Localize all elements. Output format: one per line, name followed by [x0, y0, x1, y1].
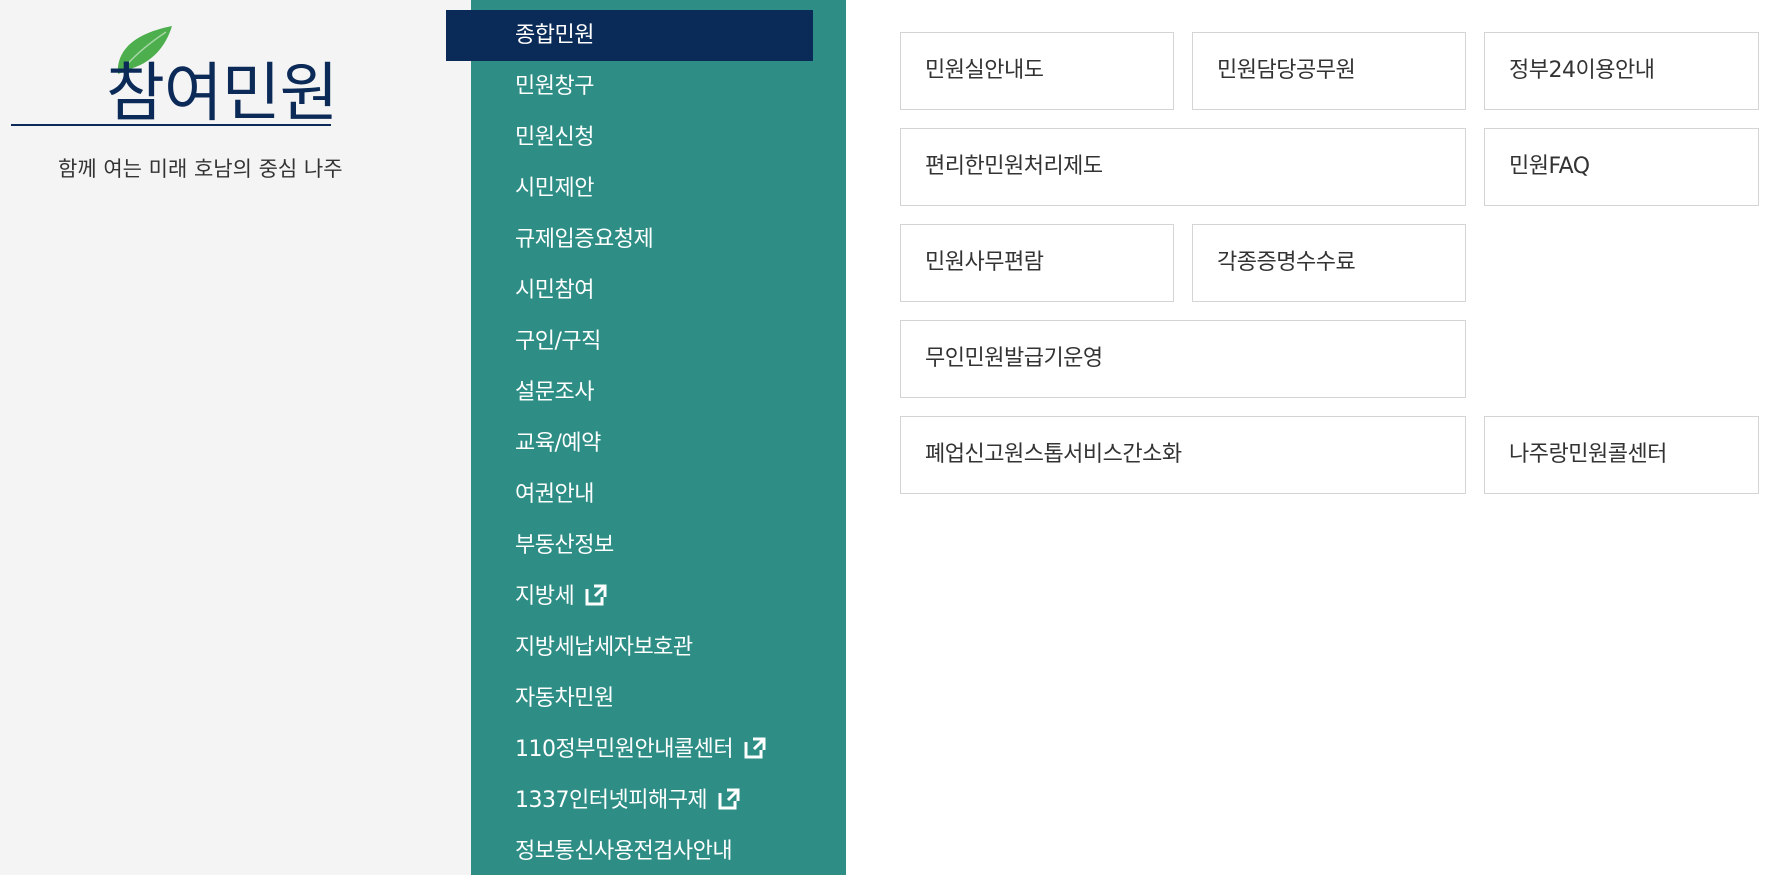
nav-item-1337-internet-damage[interactable]: 1337인터넷피해구제 [471, 775, 846, 826]
nav-item-label: 교육/예약 [515, 431, 601, 456]
nav-list: 종합민원 민원창구 민원신청 시민제안 규제입증요청제 시민참여 구인/구직 설… [446, 0, 846, 877]
nav-item-label: 지방세 [515, 584, 575, 609]
nav-item-label: 정보통신사용전검사안내 [515, 839, 733, 864]
nav-item-local-tax[interactable]: 지방세 [471, 571, 846, 622]
submenu-faq[interactable]: 민원FAQ [1484, 128, 1759, 206]
external-link-icon [585, 584, 607, 606]
nav-item-label: 시민제안 [515, 176, 594, 201]
brand-title: 참여민원 [106, 57, 339, 131]
nav-item-passport[interactable]: 여권안내 [471, 469, 846, 520]
submenu-civil-officers[interactable]: 민원담당공무원 [1192, 32, 1466, 110]
side-navigation: 종합민원 민원창구 민원신청 시민제안 규제입증요청제 시민참여 구인/구직 설… [446, 0, 846, 877]
nav-item-vehicle-civil[interactable]: 자동차민원 [471, 673, 846, 724]
nav-item-survey[interactable]: 설문조사 [471, 367, 846, 418]
external-link-icon [718, 788, 740, 810]
nav-item-label: 1337인터넷피해구제 [515, 788, 708, 813]
nav-item-taxpayer-protection[interactable]: 지방세납세자보호관 [471, 622, 846, 673]
brand-logo[interactable]: 참여민원 [0, 0, 471, 160]
nav-item-civil-window[interactable]: 민원창구 [471, 61, 846, 112]
brand-panel: 참여민원 함께 여는 미래 호남의 중심 나주 [0, 0, 471, 875]
nav-item-label: 부동산정보 [515, 533, 614, 558]
nav-item-label: 설문조사 [515, 380, 594, 405]
submenu-kiosk-operation[interactable]: 무인민원발급기운영 [900, 320, 1466, 398]
submenu-convenient-system[interactable]: 편리한민원처리제도 [900, 128, 1466, 206]
brand-underline [11, 124, 331, 126]
brand-slogan: 함께 여는 미래 호남의 중심 나주 [58, 157, 343, 181]
nav-item-label: 여권안내 [515, 482, 594, 507]
submenu-civil-handbook[interactable]: 민원사무편람 [900, 224, 1174, 302]
nav-item-label: 구인/구직 [515, 329, 601, 354]
nav-item-label: 규제입증요청제 [515, 227, 654, 252]
nav-item-civil-application[interactable]: 민원신청 [471, 112, 846, 163]
submenu-certificate-fees[interactable]: 각종증명수수료 [1192, 224, 1466, 302]
nav-item-general-civil[interactable]: 종합민원 [446, 10, 813, 61]
nav-item-label: 지방세납세자보호관 [515, 635, 693, 660]
nav-item-regulation-proof[interactable]: 규제입증요청제 [471, 214, 846, 265]
external-link-icon [744, 737, 766, 759]
submenu-closure-onestop[interactable]: 폐업신고원스톱서비스간소화 [900, 416, 1466, 494]
submenu-office-map[interactable]: 민원실안내도 [900, 32, 1174, 110]
submenu-grid: 민원실안내도 민원담당공무원 정부24이용안내 편리한민원처리제도 민원FAQ … [900, 32, 1759, 494]
submenu-naju-call-center[interactable]: 나주랑민원콜센터 [1484, 416, 1759, 494]
nav-item-citizen-proposal[interactable]: 시민제안 [471, 163, 846, 214]
nav-item-real-estate[interactable]: 부동산정보 [471, 520, 846, 571]
nav-item-label: 민원신청 [515, 125, 594, 150]
submenu-gov24-guide[interactable]: 정부24이용안내 [1484, 32, 1759, 110]
nav-item-label: 110정부민원안내콜센터 [515, 737, 734, 762]
nav-item-jobs[interactable]: 구인/구직 [471, 316, 846, 367]
nav-item-110-call-center[interactable]: 110정부민원안내콜센터 [471, 724, 846, 775]
nav-item-label: 민원창구 [515, 74, 594, 99]
nav-item-label: 시민참여 [515, 278, 594, 303]
nav-item-label: 자동차민원 [515, 686, 614, 711]
nav-item-education-reservation[interactable]: 교육/예약 [471, 418, 846, 469]
nav-item-telecom-inspection[interactable]: 정보통신사용전검사안내 [471, 826, 846, 877]
nav-item-citizen-participation[interactable]: 시민참여 [471, 265, 846, 316]
nav-item-label: 종합민원 [515, 23, 594, 48]
